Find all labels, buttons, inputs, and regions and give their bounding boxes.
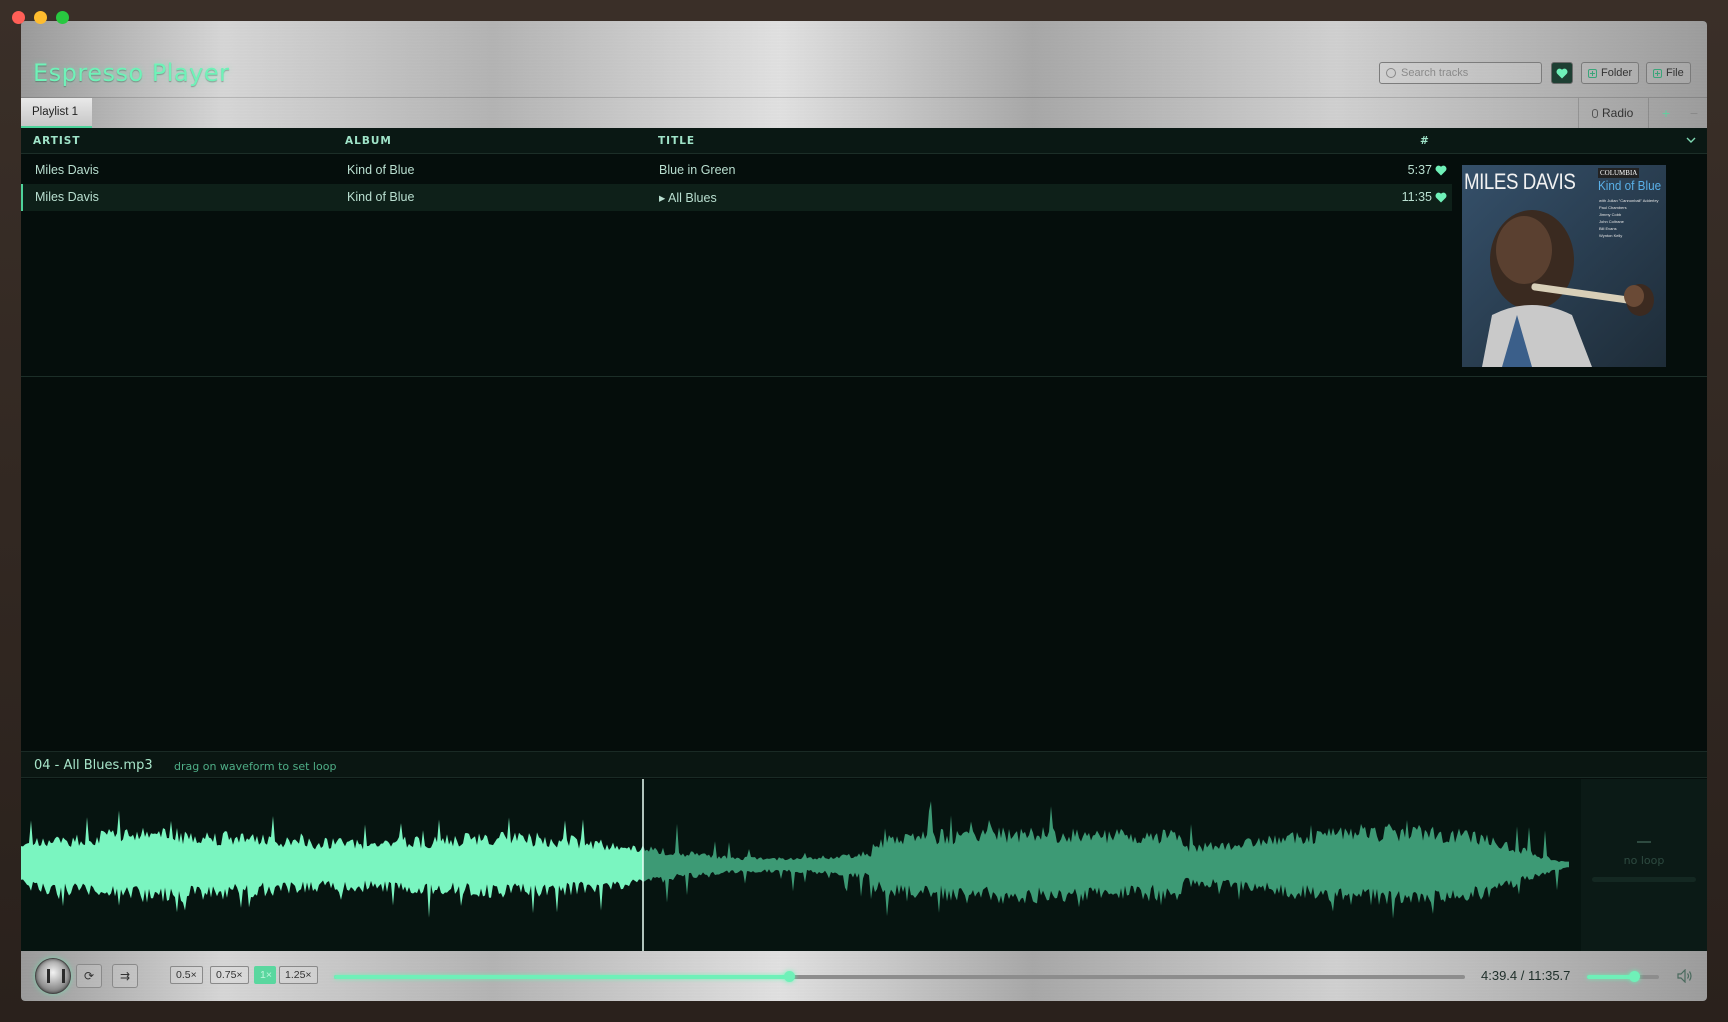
credit-line: Jimmy Cobb (1599, 212, 1622, 217)
minimize-window-button[interactable] (34, 11, 47, 24)
cell-album: Kind of Blue (347, 163, 415, 177)
add-file-label: File (1666, 67, 1684, 79)
waveform[interactable] (21, 779, 1581, 951)
credit-line: with Julian "Cannonball" Adderley (1599, 198, 1659, 203)
volume-level (1587, 975, 1634, 979)
top-icon[interactable]: ⤒ (1704, 160, 1707, 182)
waveform-area[interactable]: no loop (21, 779, 1707, 951)
seek-handle[interactable] (783, 971, 795, 982)
move-up-icon[interactable]: ↑ (1704, 182, 1707, 204)
table-header: ARTIST ALBUM TITLE # (21, 128, 1707, 154)
column-header-title[interactable]: TITLE (658, 135, 695, 147)
credit-line: Wynton Kelly (1599, 233, 1623, 238)
search-input[interactable] (1401, 67, 1531, 79)
header: Espresso Player Folder File Playlist 1 (21, 21, 1707, 128)
table-row[interactable]: Miles Davis Kind of Blue Blue in Green 5… (21, 157, 1452, 184)
favorites-filter-button[interactable] (1551, 62, 1573, 84)
heart-icon[interactable] (1435, 192, 1447, 203)
heart-icon (1556, 68, 1568, 79)
cell-title: ▸ All Blues (659, 191, 717, 205)
radio-button[interactable]: Radio (1578, 98, 1649, 128)
add-file-button[interactable]: File (1646, 62, 1691, 84)
album-art-title: Kind of Blue (1598, 178, 1662, 193)
divider (21, 376, 1707, 377)
play-pause-button[interactable] (35, 958, 71, 994)
shuffle-icon: ⇉ (119, 969, 131, 983)
loop-indicator (1637, 841, 1651, 843)
speed-1.25x-button[interactable]: 1.25× (279, 966, 318, 984)
volume-handle[interactable] (1628, 971, 1640, 982)
seek-progress (334, 975, 789, 979)
tab-playlist-1[interactable]: Playlist 1 (21, 98, 92, 128)
maximize-window-button[interactable] (56, 11, 69, 24)
row-reorder-controls: ⤒ ↑ ⌄ ↓ (1704, 160, 1707, 248)
column-header-artist[interactable]: ARTIST (33, 135, 81, 147)
waveform-unplayed (643, 801, 1569, 919)
now-playing-filename: 04 - All Blues.mp3 (34, 758, 153, 773)
cell-artist: Miles Davis (35, 190, 99, 204)
window-frame: Espresso Player Folder File Playlist 1 (0, 0, 1728, 1022)
album-cover: MILES DAVIS COLUMBIA Kind of Blue with J… (1462, 165, 1666, 367)
album-art-artist: MILES DAVIS (1464, 169, 1576, 194)
loop-status: no loop (1623, 854, 1665, 867)
cell-artist: Miles Davis (35, 163, 99, 177)
speed-0.75x-button[interactable]: 0.75× (210, 966, 249, 984)
cell-album: Kind of Blue (347, 190, 415, 204)
add-folder-button[interactable]: Folder (1581, 62, 1640, 84)
album-art-label: COLUMBIA (1598, 168, 1640, 178)
tab-bar: Playlist 1 Radio + − (21, 97, 1707, 128)
credit-line: Bill Evans (1599, 226, 1617, 231)
add-tab-button[interactable]: + (1652, 98, 1680, 128)
table-row-playing[interactable]: Miles Davis Kind of Blue ▸ All Blues 11:… (21, 184, 1452, 211)
app-window: Espresso Player Folder File Playlist 1 (21, 21, 1707, 1001)
loop-range-bar[interactable] (1592, 877, 1696, 882)
speed-0.5x-button[interactable]: 0.5× (170, 966, 203, 984)
cell-title: Blue in Green (659, 163, 736, 177)
close-window-button[interactable] (12, 11, 25, 24)
move-down-icon[interactable]: ↓ (1704, 226, 1707, 248)
time-display: 4:39.4 / 11:35.7 (1481, 968, 1571, 983)
transport-bar: ⟳ ⇉ 0.5× 0.75× 1× 1.25× 4:39.4 / 11:35.7 (21, 951, 1707, 1001)
loop-panel: no loop (1581, 779, 1707, 951)
search-box[interactable] (1379, 62, 1542, 84)
column-header-album[interactable]: ALBUM (345, 135, 392, 147)
repeat-button[interactable]: ⟳ (76, 964, 102, 988)
heart-icon[interactable] (1435, 165, 1447, 176)
credit-line: Paul Chambers (1599, 205, 1627, 210)
shuffle-button[interactable]: ⇉ (112, 964, 138, 988)
album-art-credits: with Julian "Cannonball" Adderley Paul C… (1599, 197, 1659, 239)
credit-line: John Coltrane (1599, 219, 1624, 224)
cell-duration: 5:37 (1407, 163, 1432, 177)
plus-icon (1653, 68, 1662, 78)
window-controls (12, 11, 69, 24)
column-header-number[interactable]: # (1420, 135, 1430, 147)
app-title: Espresso Player (33, 59, 230, 87)
microphone-icon (1592, 108, 1598, 118)
radio-label: Radio (1602, 106, 1634, 120)
speed-1x-button[interactable]: 1× (254, 966, 276, 984)
remove-tab-button[interactable]: − (1680, 98, 1707, 128)
search-icon (1386, 68, 1396, 78)
repeat-icon: ⟳ (83, 969, 95, 983)
now-playing-bar: 04 - All Blues.mp3 drag on waveform to s… (21, 751, 1707, 778)
waveform-hint: drag on waveform to set loop (174, 760, 337, 773)
add-folder-label: Folder (1601, 67, 1633, 79)
track-table: ARTIST ALBUM TITLE # Miles Davis Kind of… (21, 128, 1707, 376)
chevron-down-icon[interactable] (1685, 134, 1697, 146)
waveform-played (21, 810, 643, 918)
chevron-down-icon[interactable]: ⌄ (1704, 204, 1707, 226)
cell-duration: 11:35 (1401, 190, 1432, 204)
plus-icon (1588, 68, 1597, 78)
speaker-icon[interactable] (1677, 969, 1693, 983)
